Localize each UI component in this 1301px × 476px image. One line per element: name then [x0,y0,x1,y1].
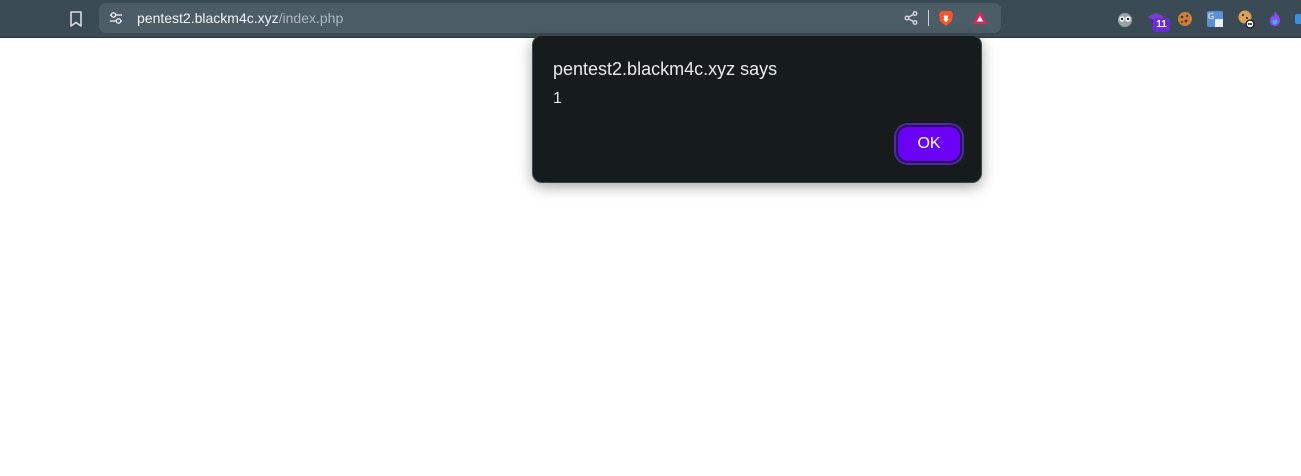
brave-rewards-icon[interactable] [971,9,989,27]
extension-cookie-editor-icon[interactable] [1236,9,1256,29]
dialog-title: pentest2.blackm4c.xyz says [553,59,778,79]
browser-toolbar: pentest2.blackm4c.xyz/index.php 11 G [0,0,1301,38]
ok-button[interactable]: OK [896,125,962,163]
extension-translate-icon[interactable]: G [1205,9,1225,29]
extension-owl-icon[interactable] [1115,9,1135,29]
dialog-message: 1 [553,90,562,107]
extension-partial-icon[interactable] [1291,9,1301,29]
extension-flame-icon[interactable] [1265,9,1285,29]
svg-text:G: G [1208,12,1214,21]
url-host: pentest2.blackm4c.xyz [137,10,279,26]
share-icon[interactable] [902,9,920,27]
bookmark-icon[interactable] [64,7,88,31]
address-bar[interactable]: pentest2.blackm4c.xyz/index.php [99,3,1001,33]
url-path: /index.php [278,10,344,26]
site-info-icon[interactable] [107,9,125,27]
extension-cookie-icon[interactable] [1175,9,1195,29]
brave-shield-icon[interactable] [937,9,955,27]
url-text[interactable]: pentest2.blackm4c.xyz/index.php [137,10,343,26]
extension-badge: 11 [1153,18,1170,32]
url-separator [928,10,929,26]
alert-dialog: pentest2.blackm4c.xyz says 1 OK [532,35,982,183]
